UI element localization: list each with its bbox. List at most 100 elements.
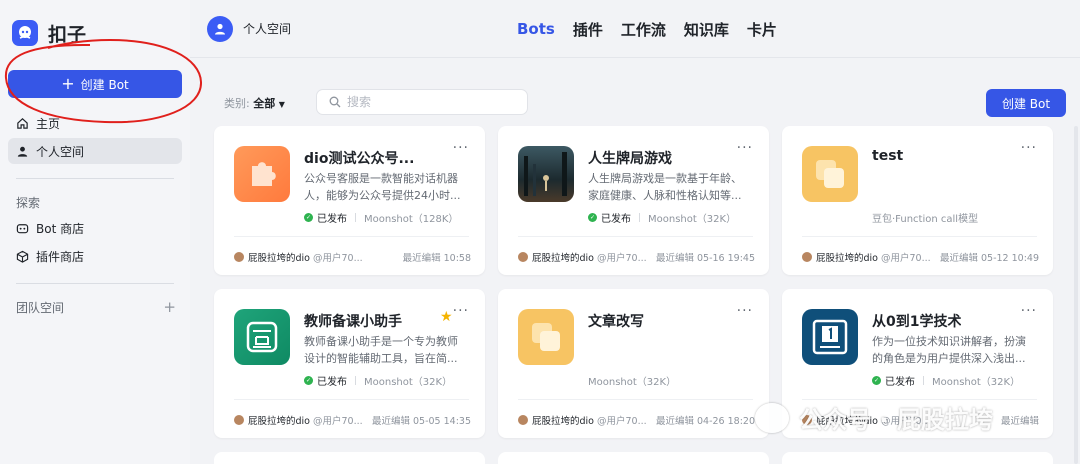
- author-handle: @用户70...: [880, 253, 931, 264]
- bot-card-partial[interactable]: [782, 452, 1053, 464]
- scrollbar[interactable]: [1074, 126, 1078, 464]
- tab-knowledge[interactable]: 知识库: [684, 19, 729, 40]
- space-name[interactable]: 个人空间: [243, 20, 291, 37]
- author-name: 屁股拉垮的dio: [248, 416, 310, 427]
- meta-divider: [923, 376, 924, 385]
- sidebar-item-personal-space[interactable]: 个人空间: [8, 138, 182, 164]
- more-icon[interactable]: ···: [1021, 140, 1037, 156]
- published-status: ✓ 已发布: [588, 210, 631, 225]
- card-footer: 屁股拉垮的dio @用户70... 最近编辑 05-05 14:35: [234, 413, 471, 427]
- tab-bar: Bots 插件 工作流 知识库 卡片: [517, 0, 777, 58]
- tab-cards[interactable]: 卡片: [747, 19, 777, 40]
- tab-bots[interactable]: Bots: [517, 20, 555, 38]
- card-divider: [518, 236, 753, 237]
- star-icon[interactable]: ★: [440, 309, 453, 325]
- model-label: Moonshot（32K）: [364, 377, 453, 388]
- plus-icon: +: [61, 74, 75, 93]
- bot-title: 人生牌局游戏: [588, 151, 672, 167]
- bot-icon: [16, 223, 29, 233]
- more-icon[interactable]: ···: [737, 303, 753, 319]
- bot-card[interactable]: dio测试公众号... ··· 公众号客服是一款智能对话机器人，能够为公众号提供…: [214, 126, 485, 275]
- model-label: Moonshot（32K）: [932, 377, 1021, 388]
- more-icon[interactable]: ···: [737, 140, 753, 156]
- bot-meta: ✓ 已发布 Moonshot（32K）: [304, 373, 452, 388]
- bot-card[interactable]: test ··· 豆包·Function call模型 屁股拉垮的dio @用户…: [782, 126, 1053, 275]
- last-edited: 最近编辑: [1000, 416, 1039, 427]
- card-divider: [802, 236, 1037, 237]
- caret-down-icon: ▼: [278, 100, 285, 109]
- more-icon[interactable]: ···: [453, 303, 469, 319]
- space-avatar-icon[interactable]: [207, 15, 233, 42]
- bot-card[interactable]: 教师备课小助手 ★ ··· 教师备课小助手是一个专为教师设计的智能辅助工具，旨在…: [214, 289, 485, 438]
- create-bot-button[interactable]: 创建 Bot: [986, 89, 1066, 117]
- last-edited: 最近编辑 10:58: [402, 253, 471, 264]
- author-avatar: [802, 252, 812, 262]
- sidebar-item-label: 插件商店: [36, 249, 85, 264]
- bot-card[interactable]: 人生牌局游戏 ··· 人生牌局游戏是一款基于年龄、家庭健康、人脉和性格认知等..…: [498, 126, 769, 275]
- bot-card[interactable]: 从0到1学技术 ··· 作为一位技术知识讲解者，扮演的角色是为用户提供深入浅出.…: [782, 289, 1053, 438]
- sidebar: 扣子 + 创建 Bot 主页 个人空间 探索 Bot 商店 插件商店 团队空间 …: [0, 0, 190, 464]
- last-edited: 最近编辑 05-05 14:35: [371, 416, 471, 427]
- category-value: 全部: [253, 97, 276, 110]
- bot-title: 教师备课小助手: [304, 314, 402, 330]
- bot-meta: Moonshot（32K）: [588, 373, 676, 388]
- author-handle: @用户70...: [312, 253, 363, 264]
- author-name: 屁股拉垮的dio: [816, 253, 878, 264]
- author-handle: @用户70...: [596, 253, 647, 264]
- person-icon: [17, 146, 28, 157]
- category-filter[interactable]: 类别: 全部 ▼: [224, 95, 285, 111]
- status-label: 已发布: [885, 377, 915, 388]
- team-space-row[interactable]: 团队空间 +: [8, 296, 182, 318]
- home-icon: [17, 117, 28, 129]
- author-name: 屁股拉垮的dio: [816, 416, 878, 427]
- bot-card-partial[interactable]: [214, 452, 485, 464]
- bot-title: test: [872, 148, 904, 164]
- main-content: 个人空间 Bots 插件 工作流 知识库 卡片 类别: 全部 ▼ 创建 Bot …: [190, 0, 1080, 464]
- bot-meta: ✓ 已发布 Moonshot（32K）: [872, 373, 1020, 388]
- stacked-squares-icon: [518, 309, 574, 365]
- card-divider: [234, 399, 469, 400]
- teacher-book-icon: [234, 309, 290, 365]
- card-footer: 屁股拉垮的dio @用户70... 最近编辑 05-12 10:49: [802, 250, 1039, 264]
- bot-title: dio测试公众号...: [304, 151, 415, 167]
- author-name: 屁股拉垮的dio: [532, 253, 594, 264]
- puzzle-icon: [234, 146, 290, 202]
- check-icon: ✓: [588, 213, 597, 222]
- more-icon[interactable]: ···: [1021, 303, 1037, 319]
- card-divider: [234, 236, 469, 237]
- model-label: Moonshot（32K）: [648, 214, 737, 225]
- bot-meta: 豆包·Function call模型: [872, 210, 978, 225]
- author-handle: @用户70...: [880, 416, 931, 427]
- bot-card[interactable]: 文章改写 ··· Moonshot（32K） 屁股拉垮的dio @用户70...…: [498, 289, 769, 438]
- last-edited: 最近编辑 05-12 10:49: [939, 253, 1039, 264]
- add-team-icon[interactable]: +: [163, 298, 176, 316]
- card-footer: 屁股拉垮的dio @用户70... 最近编辑: [802, 413, 1039, 427]
- bot-meta: ✓ 已发布 Moonshot（32K）: [588, 210, 736, 225]
- check-icon: ✓: [304, 213, 313, 222]
- numbered-box-icon: [802, 309, 858, 365]
- sidebar-item-home[interactable]: 主页: [8, 110, 182, 136]
- check-icon: ✓: [872, 376, 881, 385]
- create-bot-button-sidebar[interactable]: + 创建 Bot: [8, 70, 182, 98]
- forest-image-icon: [518, 146, 574, 202]
- brand-row[interactable]: 扣子: [8, 0, 182, 66]
- sidebar-item-plugin-store[interactable]: 插件商店: [8, 243, 182, 269]
- tab-plugins[interactable]: 插件: [573, 19, 603, 40]
- sidebar-item-bot-store[interactable]: Bot 商店: [8, 215, 182, 241]
- card-footer: 屁股拉垮的dio @用户70... 最近编辑 04-26 18:20: [518, 413, 755, 427]
- bot-card-partial[interactable]: [498, 452, 769, 464]
- search-icon: [329, 96, 341, 108]
- search-box[interactable]: [316, 89, 528, 115]
- model-label: Moonshot（128K）: [364, 214, 459, 225]
- create-bot-label: 创建 Bot: [80, 77, 129, 92]
- coze-logo-icon: [12, 20, 38, 46]
- sidebar-item-label: Bot 商店: [36, 221, 85, 236]
- search-input[interactable]: [347, 95, 507, 109]
- more-icon[interactable]: ···: [453, 140, 469, 156]
- filter-row: 类别: 全部 ▼ 创建 Bot: [190, 89, 1080, 117]
- model-label: 豆包·Function call模型: [872, 214, 979, 225]
- model-label: Moonshot（32K）: [588, 377, 677, 388]
- author-handle: @用户70...: [312, 416, 363, 427]
- brand-name: 扣子: [48, 23, 87, 46]
- tab-workflows[interactable]: 工作流: [621, 19, 666, 40]
